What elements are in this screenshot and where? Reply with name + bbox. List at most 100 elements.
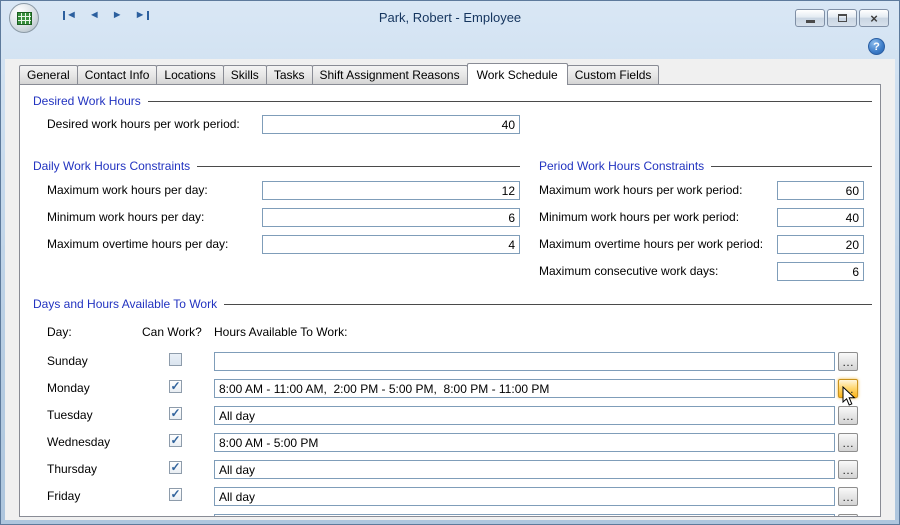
- can-work-checkbox-wednesday[interactable]: ✓: [169, 434, 182, 447]
- client-area: General Contact Info Locations Skills Ta…: [5, 59, 895, 520]
- previous-record-button[interactable]: ◄: [89, 10, 100, 21]
- employee-window: ◄ ◄ ► ► Park, Robert - Employee × ? Gene…: [0, 0, 900, 525]
- max-hours-period-input[interactable]: [777, 181, 864, 200]
- section-rule: [224, 303, 872, 305]
- max-overtime-day-input[interactable]: [262, 235, 520, 254]
- help-button[interactable]: ?: [868, 38, 885, 55]
- section-rule: [711, 165, 872, 167]
- tab-shift-assignment-reasons[interactable]: Shift Assignment Reasons: [311, 65, 468, 84]
- check-icon: ✓: [170, 460, 181, 474]
- tab-skills[interactable]: Skills: [222, 65, 267, 84]
- can-work-checkbox-monday[interactable]: ✓: [169, 380, 182, 393]
- day-label: Friday: [47, 489, 81, 503]
- last-record-button[interactable]: ►: [135, 10, 149, 21]
- minimize-button[interactable]: [795, 9, 825, 27]
- tab-contact-info[interactable]: Contact Info: [76, 65, 158, 84]
- max-consecutive-days-label: Maximum consecutive work days:: [539, 264, 719, 278]
- record-navigation: ◄ ◄ ► ►: [63, 10, 149, 21]
- section-days-available: Days and Hours Available To Work: [33, 297, 872, 311]
- section-rule: [197, 165, 520, 167]
- tab-work-schedule[interactable]: Work Schedule: [466, 63, 568, 85]
- day-label: Wednesday: [47, 435, 111, 449]
- check-icon: ✓: [170, 379, 181, 393]
- app-icon[interactable]: [9, 3, 39, 33]
- column-header-day: Day:: [47, 325, 72, 339]
- section-desired-work-hours: Desired Work Hours: [33, 94, 872, 108]
- tab-tasks[interactable]: Tasks: [265, 65, 313, 84]
- hours-ellipsis-button-thursday[interactable]: …: [838, 460, 858, 479]
- next-record-button[interactable]: ►: [112, 10, 123, 21]
- tab-locations[interactable]: Locations: [156, 65, 224, 84]
- close-button[interactable]: ×: [859, 9, 889, 27]
- days-table: Sunday … Monday ✓ … Tuesday ✓: [20, 348, 880, 516]
- day-label: Thursday: [47, 462, 98, 476]
- tab-custom-fields[interactable]: Custom Fields: [566, 65, 660, 84]
- hours-input-friday[interactable]: [214, 487, 835, 506]
- tab-general[interactable]: General: [19, 65, 78, 84]
- check-icon: ✓: [170, 406, 181, 420]
- maximize-icon: [837, 14, 847, 22]
- can-work-checkbox-sunday[interactable]: [169, 353, 182, 366]
- hours-ellipsis-button-partial[interactable]: …: [838, 514, 858, 516]
- section-rule: [147, 100, 872, 102]
- min-hours-day-label: Minimum work hours per day:: [47, 210, 205, 224]
- max-hours-period-label: Maximum work hours per work period:: [539, 183, 743, 197]
- section-title: Days and Hours Available To Work: [33, 297, 218, 311]
- section-title: Period Work Hours Constraints: [539, 159, 705, 173]
- desired-hours-input[interactable]: [262, 115, 520, 134]
- hours-input-thursday[interactable]: [214, 460, 835, 479]
- hours-ellipsis-button-sunday[interactable]: …: [838, 352, 858, 371]
- hours-input-sunday[interactable]: [214, 352, 835, 371]
- hours-input-monday[interactable]: [214, 379, 835, 398]
- table-row-wednesday: Wednesday ✓ …: [20, 429, 880, 456]
- hours-ellipsis-button-wednesday[interactable]: …: [838, 433, 858, 452]
- table-row-monday: Monday ✓ …: [20, 375, 880, 406]
- window-title: Park, Robert - Employee: [378, 10, 522, 25]
- can-work-checkbox-thursday[interactable]: ✓: [169, 461, 182, 474]
- previous-record-icon: ◄: [88, 9, 100, 21]
- hours-ellipsis-button-tuesday[interactable]: …: [838, 406, 858, 425]
- max-overtime-day-label: Maximum overtime hours per day:: [47, 237, 229, 251]
- hours-ellipsis-button-friday[interactable]: …: [838, 487, 858, 506]
- column-header-hours: Hours Available To Work:: [214, 325, 348, 339]
- first-record-button[interactable]: ◄: [63, 10, 77, 21]
- section-title: Desired Work Hours: [33, 94, 141, 108]
- max-hours-day-input[interactable]: [262, 181, 520, 200]
- check-icon: ✓: [170, 487, 181, 501]
- title-bar: ◄ ◄ ► ► Park, Robert - Employee ×: [1, 1, 899, 33]
- check-icon: ✓: [170, 433, 181, 447]
- tab-strip: General Contact Info Locations Skills Ta…: [19, 63, 660, 85]
- spreadsheet-icon: [17, 12, 32, 25]
- table-row-thursday: Thursday ✓ …: [20, 456, 880, 483]
- table-row-partial: …: [20, 510, 880, 516]
- table-row-tuesday: Tuesday ✓ …: [20, 402, 880, 429]
- day-label: Tuesday: [47, 408, 93, 422]
- section-period-constraints: Period Work Hours Constraints: [539, 159, 872, 173]
- max-consecutive-days-input[interactable]: [777, 262, 864, 281]
- max-overtime-period-input[interactable]: [777, 235, 864, 254]
- max-overtime-period-label: Maximum overtime hours per work period:: [539, 237, 764, 251]
- section-daily-constraints: Daily Work Hours Constraints: [33, 159, 520, 173]
- maximize-button[interactable]: [827, 9, 857, 27]
- hours-input-partial[interactable]: [214, 514, 835, 516]
- min-hours-period-label: Minimum work hours per work period:: [539, 210, 740, 224]
- table-row-sunday: Sunday …: [20, 348, 880, 375]
- hours-input-tuesday[interactable]: [214, 406, 835, 425]
- min-hours-period-input[interactable]: [777, 208, 864, 227]
- minimize-icon: [805, 20, 815, 23]
- desired-hours-label: Desired work hours per work period:: [47, 117, 240, 131]
- can-work-checkbox-friday[interactable]: ✓: [169, 488, 182, 501]
- day-label: Monday: [47, 381, 90, 395]
- close-icon: ×: [870, 10, 878, 26]
- next-record-icon: ►: [111, 9, 123, 21]
- day-label: Sunday: [47, 354, 88, 368]
- first-record-icon: ◄: [66, 9, 77, 21]
- min-hours-day-input[interactable]: [262, 208, 520, 227]
- window-controls: ×: [795, 9, 889, 27]
- section-title: Daily Work Hours Constraints: [33, 159, 191, 173]
- last-record-icon: ►: [134, 9, 146, 21]
- column-header-can-work: Can Work?: [142, 325, 202, 339]
- hours-input-wednesday[interactable]: [214, 433, 835, 452]
- hours-ellipsis-button-monday[interactable]: …: [838, 379, 858, 398]
- can-work-checkbox-tuesday[interactable]: ✓: [169, 407, 182, 420]
